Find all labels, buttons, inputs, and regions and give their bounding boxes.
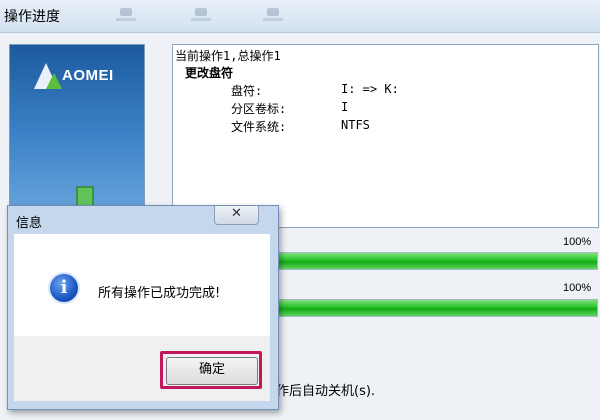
- operation-header: 当前操作1,总操作1: [175, 49, 281, 63]
- progress-percent: 100%: [563, 282, 592, 294]
- auto-shutdown-label[interactable]: 作后自动关机(s).: [276, 380, 375, 399]
- progress-bar: [268, 252, 598, 270]
- close-button[interactable]: ✕: [214, 206, 259, 225]
- field-value-drive: I: => K:: [341, 82, 399, 96]
- dialog-footer: 确定: [14, 336, 270, 401]
- field-label-volume: 分区卷标:: [231, 102, 287, 116]
- progress-bar: [268, 299, 598, 317]
- operation-title: 更改盘符: [185, 66, 234, 80]
- logo-text: AOMEI: [62, 67, 114, 84]
- dialog-title: 信息: [16, 216, 43, 231]
- dialog-message: 所有操作已成功完成!: [98, 286, 221, 301]
- field-value-volume: I: [341, 100, 349, 114]
- toolbar-icon: [115, 8, 137, 22]
- ok-button[interactable]: 确定: [166, 357, 258, 385]
- dialog-body: i 所有操作已成功完成!: [14, 234, 270, 336]
- close-icon: ✕: [231, 206, 242, 221]
- toolbar-icon: [262, 8, 284, 22]
- title-bar: 操作进度: [0, 0, 600, 32]
- progress-fill: [269, 253, 597, 269]
- field-label-drive: 盘符:: [231, 84, 263, 98]
- field-value-fs: NTFS: [341, 118, 370, 132]
- ok-button-highlight: 确定: [160, 351, 262, 389]
- info-icon: i: [48, 272, 80, 304]
- operation-log: 当前操作1,总操作1 更改盘符 盘符: I: => K: 分区卷标: I 文件系…: [172, 44, 599, 228]
- window-title: 操作进度: [4, 9, 60, 25]
- progress-percent: 100%: [563, 236, 592, 248]
- info-dialog: 信息 ✕ i 所有操作已成功完成! 确定: [7, 205, 279, 410]
- field-label-fs: 文件系统:: [231, 120, 287, 134]
- progress-fill: [269, 300, 597, 316]
- toolbar-icon: [190, 8, 212, 22]
